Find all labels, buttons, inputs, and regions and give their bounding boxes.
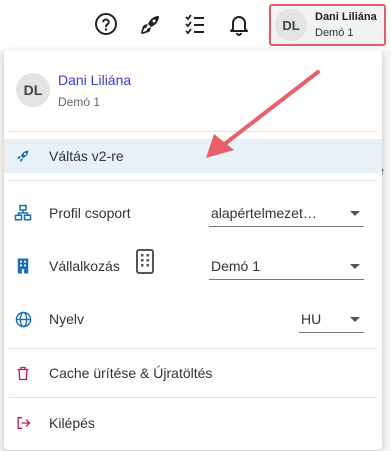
divider (9, 348, 377, 349)
user-name: Dani Liliána (315, 11, 377, 23)
avatar: DL (275, 9, 307, 41)
logout-icon (14, 414, 32, 432)
divider (9, 131, 377, 132)
language-label: Nyelv (49, 311, 85, 327)
language-row: Nyelv HU (4, 302, 382, 336)
chevron-down-icon (350, 211, 360, 216)
clear-cache-label: Cache ürítése & Újratöltés (49, 365, 213, 381)
menu-avatar: DL (16, 73, 50, 107)
menu-user-header: DL Dani Liliána Demó 1 (4, 50, 382, 130)
org-chart-icon (14, 204, 32, 222)
business-select[interactable]: Demó 1 (209, 252, 364, 280)
trash-icon (14, 364, 32, 382)
logout-label: Kilépés (49, 415, 95, 431)
chevron-down-icon (350, 264, 360, 269)
building-icon[interactable] (135, 249, 155, 274)
clear-cache-item[interactable]: Cache ürítése & Újratöltés (4, 356, 382, 390)
switch-v2-label: Váltás v2-re (49, 148, 124, 164)
user-dropdown-menu: DL Dani Liliána Demó 1 Váltás v2-re Prof… (4, 50, 382, 450)
profile-group-select[interactable]: alapértelmezet… (209, 199, 364, 227)
switch-v2-item[interactable]: Váltás v2-re (4, 139, 382, 173)
language-select[interactable]: HU (299, 305, 364, 333)
help-icon[interactable] (93, 11, 119, 37)
profile-group-label: Profil csoport (49, 205, 131, 221)
menu-user-company: Demó 1 (58, 95, 101, 109)
menu-user-name[interactable]: Dani Liliána (58, 72, 131, 88)
divider (9, 397, 377, 398)
user-menu-button[interactable]: DL Dani Liliána Demó 1 (269, 4, 386, 46)
profile-group-value: alapértelmezet… (211, 204, 317, 221)
rocket-icon (14, 147, 32, 165)
profile-group-row: Profil csoport alapértelmezet… (4, 196, 382, 230)
user-company: Demó 1 (315, 27, 354, 39)
bell-icon[interactable] (226, 11, 252, 37)
top-bar: DL Dani Liliána Demó 1 (0, 0, 391, 50)
divider (9, 180, 377, 181)
business-label: Vállalkozás (49, 258, 120, 274)
globe-icon (14, 310, 32, 328)
building-icon (14, 257, 32, 275)
rocket-icon[interactable] (138, 11, 164, 37)
chevron-down-icon (350, 317, 360, 322)
business-row: Vállalkozás Demó 1 (4, 249, 382, 283)
checklist-icon[interactable] (182, 11, 208, 37)
language-value: HU (301, 310, 322, 327)
logout-item[interactable]: Kilépés (4, 406, 382, 440)
business-value: Demó 1 (211, 257, 261, 274)
